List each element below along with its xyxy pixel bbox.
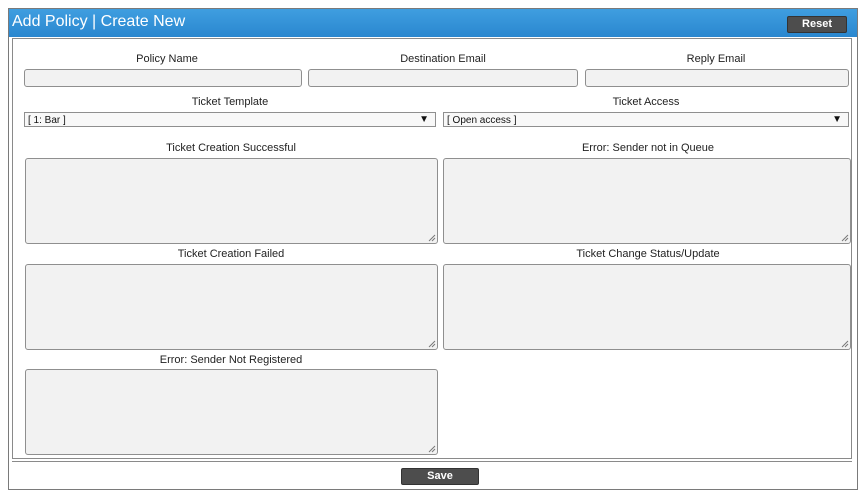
ticket-creation-successful-label: Ticket Creation Successful [166,142,296,154]
destination-email-field[interactable] [308,69,578,87]
resize-grip-icon[interactable] [428,234,436,242]
error-sender-not-in-queue-textarea[interactable] [443,158,851,244]
resize-grip-icon[interactable] [841,234,849,242]
error-sender-not-in-queue-label: Error: Sender not in Queue [581,142,715,154]
destination-email-label: Destination Email [400,53,486,65]
resize-grip-icon[interactable] [428,340,436,348]
ticket-template-value: [ 1: Bar ] [28,115,66,126]
dropdown-arrow-icon: ▼ [419,114,429,125]
policy-form: Policy Name Destination Email Reply Emai… [12,38,852,459]
reply-email-label: Reply Email [686,53,746,65]
save-button[interactable]: Save [401,468,479,485]
policy-name-field[interactable] [24,69,302,87]
ticket-creation-failed-textarea[interactable] [25,264,438,350]
ticket-creation-successful-textarea[interactable] [25,158,438,244]
error-sender-not-registered-label: Error: Sender Not Registered [159,354,303,366]
ticket-creation-failed-label: Ticket Creation Failed [177,248,285,260]
resize-grip-icon[interactable] [428,445,436,453]
resize-grip-icon[interactable] [841,340,849,348]
page-title: Add Policy | Create New [12,13,186,30]
ticket-access-select[interactable]: [ Open access ] ▼ [443,112,849,127]
ticket-access-label: Ticket Access [612,96,680,108]
ticket-template-label: Ticket Template [191,96,269,108]
policy-name-label: Policy Name [136,53,198,65]
reset-button[interactable]: Reset [787,16,847,33]
ticket-change-status-update-textarea[interactable] [443,264,851,350]
reply-email-field[interactable] [585,69,849,87]
title-bar: Add Policy | Create New Reset [9,9,857,37]
ticket-change-status-update-label: Ticket Change Status/Update [576,248,720,260]
error-sender-not-registered-textarea[interactable] [25,369,438,455]
ticket-template-select[interactable]: [ 1: Bar ] ▼ [24,112,436,127]
dropdown-arrow-icon: ▼ [832,114,842,125]
add-policy-window: Add Policy | Create New Reset Policy Nam… [8,8,858,490]
ticket-access-value: [ Open access ] [447,115,517,126]
footer-divider [12,461,852,462]
